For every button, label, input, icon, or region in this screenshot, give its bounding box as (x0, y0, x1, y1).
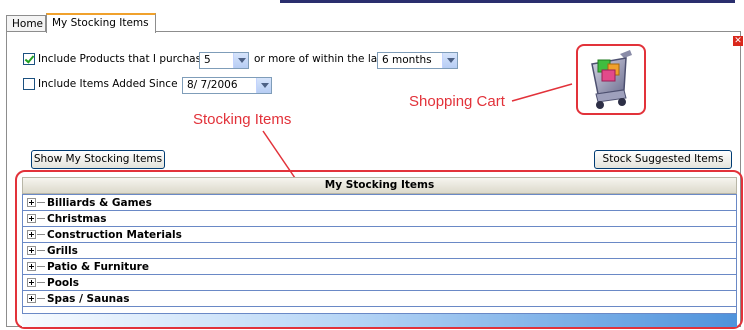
grid-header: My Stocking Items (22, 177, 737, 194)
row-label: Pools (47, 276, 79, 289)
row-label: Billiards & Games (47, 196, 152, 209)
tree-connector (37, 298, 45, 299)
row-label: Patio & Furniture (47, 260, 149, 273)
row-label: Spas / Saunas (47, 292, 130, 305)
tree-connector (37, 282, 45, 283)
table-row[interactable]: Spas / Saunas (23, 291, 736, 307)
table-row[interactable]: Christmas (23, 211, 736, 227)
expand-icon[interactable] (27, 294, 36, 303)
table-row[interactable]: Grills (23, 243, 736, 259)
stocking-items-grid: My Stocking Items Billiards & Games Chri… (22, 177, 737, 314)
table-row[interactable]: Patio & Furniture (23, 259, 736, 275)
expand-icon[interactable] (27, 262, 36, 271)
cart-arrow (511, 83, 573, 102)
grid-footer (22, 314, 737, 327)
tree-connector (37, 266, 45, 267)
stock-suggested-items-button[interactable]: Stock Suggested Items (594, 150, 732, 169)
expand-icon[interactable] (27, 278, 36, 287)
row-label: Christmas (47, 212, 107, 225)
tree-connector (37, 218, 45, 219)
row-label: Construction Materials (47, 228, 182, 241)
grid-body: Billiards & Games Christmas Construction… (22, 194, 737, 314)
table-row[interactable]: Construction Materials (23, 227, 736, 243)
expand-icon[interactable] (27, 214, 36, 223)
expand-icon[interactable] (27, 198, 36, 207)
table-row[interactable]: Pools (23, 275, 736, 291)
tree-connector (37, 250, 45, 251)
expand-icon[interactable] (27, 246, 36, 255)
tree-connector (37, 234, 45, 235)
tab-my-stocking-items[interactable]: My Stocking Items (46, 13, 156, 33)
table-row[interactable]: Billiards & Games (23, 195, 736, 211)
show-stocking-items-button[interactable]: Show My Stocking Items (31, 150, 165, 169)
row-label: Grills (47, 244, 78, 257)
tree-connector (37, 202, 45, 203)
expand-icon[interactable] (27, 230, 36, 239)
